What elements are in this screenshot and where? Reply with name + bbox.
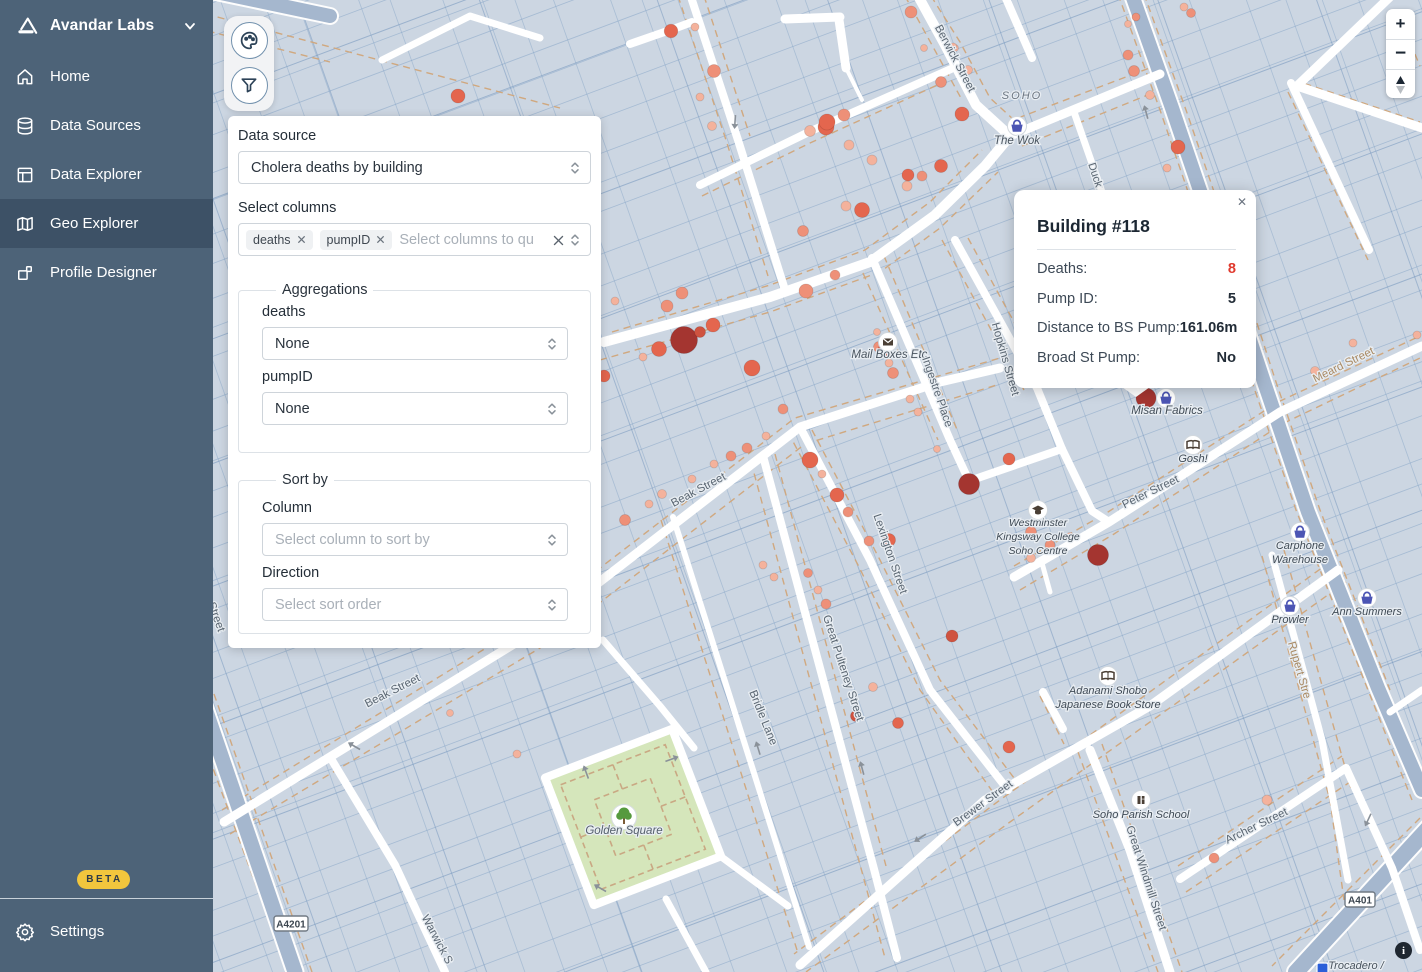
svg-text:A401: A401: [1348, 896, 1372, 907]
svg-text:Warehouse: Warehouse: [1272, 554, 1328, 566]
svg-text:Prowler: Prowler: [1271, 614, 1310, 626]
svg-text:A4201: A4201: [276, 920, 306, 931]
svg-text:Soho Centre: Soho Centre: [1009, 545, 1068, 557]
svg-text:Westminster: Westminster: [1009, 517, 1068, 529]
svg-text:SOHO: SOHO: [1002, 90, 1042, 102]
svg-text:Kingsway College: Kingsway College: [996, 531, 1080, 543]
svg-text:The Wok: The Wok: [994, 135, 1041, 147]
svg-text:Ann Summers: Ann Summers: [1331, 606, 1402, 618]
svg-text:Carphone: Carphone: [1276, 540, 1324, 552]
svg-text:Japanese Book Store: Japanese Book Store: [1054, 699, 1160, 711]
svg-text:Soho Parish School: Soho Parish School: [1093, 809, 1190, 821]
svg-text:Golden Square: Golden Square: [585, 825, 662, 837]
svg-text:Gosh!: Gosh!: [1178, 453, 1207, 465]
svg-text:Trocadero /: Trocadero /: [1328, 960, 1384, 972]
svg-text:Mail Boxes Etc.: Mail Boxes Etc.: [851, 349, 930, 361]
svg-text:Adanami Shobo: Adanami Shobo: [1068, 685, 1147, 697]
